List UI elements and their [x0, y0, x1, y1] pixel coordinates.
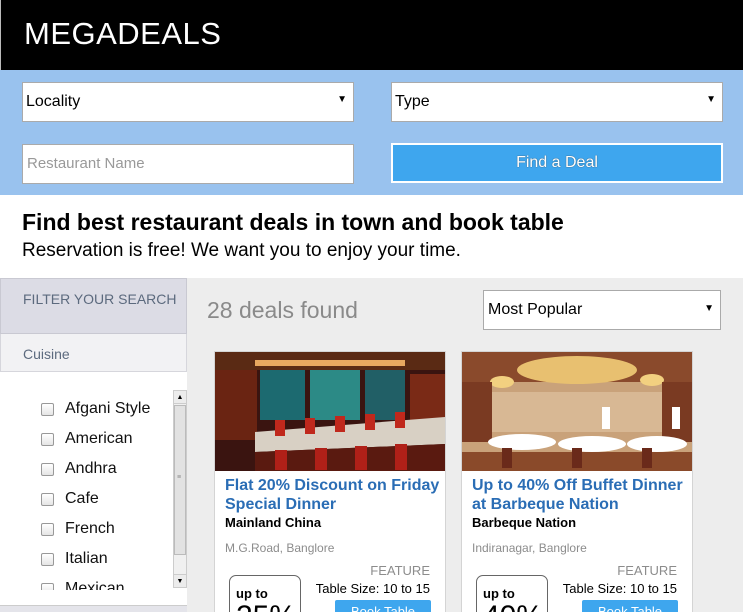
table-size: Table Size: 10 to 15	[315, 581, 430, 596]
scroll-up-icon[interactable]: ▲	[174, 391, 186, 404]
restaurant-location: Indiranagar, Banglore	[472, 541, 587, 555]
deal-card[interactable]: Up to 40% Off Buffet Dinner at Barbeque …	[461, 351, 693, 612]
feature-badge: FEATURE	[370, 563, 430, 578]
discount-badge: up to 25%	[229, 575, 301, 612]
locality-select[interactable]: Locality ▼	[22, 82, 354, 122]
sort-select[interactable]: Most Popular ▼	[483, 290, 721, 330]
locality-select-value: Locality	[26, 93, 81, 110]
cuisine-label: French	[65, 520, 115, 537]
deals-count: 28 deals found	[207, 297, 358, 323]
restaurant-name-input[interactable]: Restaurant Name	[22, 144, 354, 184]
cuisine-label: Afgani Style	[65, 400, 151, 417]
cuisine-section-header[interactable]: Cuisine	[0, 334, 187, 372]
cuisine-checkbox[interactable]	[41, 583, 54, 590]
restaurant-photo[interactable]	[215, 352, 445, 471]
book-table-button[interactable]: Book Table	[335, 600, 431, 612]
filter-title: FILTER YOUR SEARCH	[0, 278, 187, 334]
find-deal-button[interactable]: Find a Deal	[391, 143, 723, 183]
restaurant-photo[interactable]	[462, 352, 692, 471]
cuisine-scrollbar[interactable]: ▲ ≡ ▼	[173, 390, 187, 588]
discount-badge: up to 40%	[476, 575, 548, 612]
cuisine-checkbox[interactable]	[41, 463, 54, 476]
deal-title-link[interactable]: Flat 20% Discount on Friday Special Dinn…	[225, 476, 440, 514]
type-select[interactable]: Type ▼	[391, 82, 723, 122]
sidebar-next-section[interactable]	[0, 605, 187, 612]
dropdown-arrow-icon: ▼	[706, 94, 716, 105]
scroll-down-icon[interactable]: ▼	[174, 574, 186, 587]
cuisine-label: Italian	[65, 550, 108, 567]
type-select-value: Type	[395, 93, 430, 110]
filter-sidebar: FILTER YOUR SEARCH Cuisine Afgani Style …	[0, 278, 187, 612]
hero-section: Find best restaurant deals in town and b…	[0, 195, 743, 278]
dropdown-arrow-icon: ▼	[704, 303, 714, 314]
cuisine-checkbox[interactable]	[41, 553, 54, 566]
restaurant-name: Barbeque Nation	[472, 515, 577, 530]
cuisine-label: American	[65, 430, 133, 447]
cuisine-checkbox[interactable]	[41, 523, 54, 536]
feature-badge: FEATURE	[617, 563, 677, 578]
discount-percent: 25%	[236, 600, 300, 612]
cuisine-label: Andhra	[65, 460, 117, 477]
cuisine-label: Cafe	[65, 490, 99, 507]
deal-card[interactable]: Flat 20% Discount on Friday Special Dinn…	[214, 351, 446, 612]
discount-upto-label: up to	[236, 586, 268, 601]
site-logo[interactable]: MEGADEALS	[24, 16, 221, 52]
scrollbar-thumb[interactable]: ≡	[174, 405, 186, 555]
cuisine-label: Mexican	[65, 580, 125, 590]
restaurant-location: M.G.Road, Banglore	[225, 541, 335, 555]
discount-upto-label: up to	[483, 586, 515, 601]
deal-title-link[interactable]: Up to 40% Off Buffet Dinner at Barbeque …	[472, 476, 687, 514]
cuisine-checkbox[interactable]	[41, 433, 54, 446]
cuisine-checkbox[interactable]	[41, 403, 54, 416]
book-table-button[interactable]: Book Table	[582, 600, 678, 612]
restaurant-photo-image	[462, 352, 692, 471]
hero-title: Find best restaurant deals in town and b…	[22, 209, 564, 235]
table-size: Table Size: 10 to 15	[562, 581, 677, 596]
top-bar: MEGADEALS	[0, 0, 743, 70]
grip-icon: ≡	[177, 474, 182, 481]
dropdown-arrow-icon: ▼	[337, 94, 347, 105]
cuisine-checkbox[interactable]	[41, 493, 54, 506]
restaurant-photo-image	[215, 352, 445, 471]
hero-subtitle: Reservation is free! We want you to enjo…	[22, 240, 461, 261]
restaurant-name: Mainland China	[225, 515, 322, 530]
sort-select-value: Most Popular	[488, 301, 583, 318]
cuisine-list: Afgani Style American Andhra Cafe French…	[0, 372, 187, 590]
results-panel: 28 deals found Most Popular ▼ Flat 20% D…	[187, 278, 743, 612]
search-panel: Locality ▼ Type ▼ Restaurant Name Find a…	[0, 70, 743, 195]
discount-percent: 40%	[483, 600, 547, 612]
